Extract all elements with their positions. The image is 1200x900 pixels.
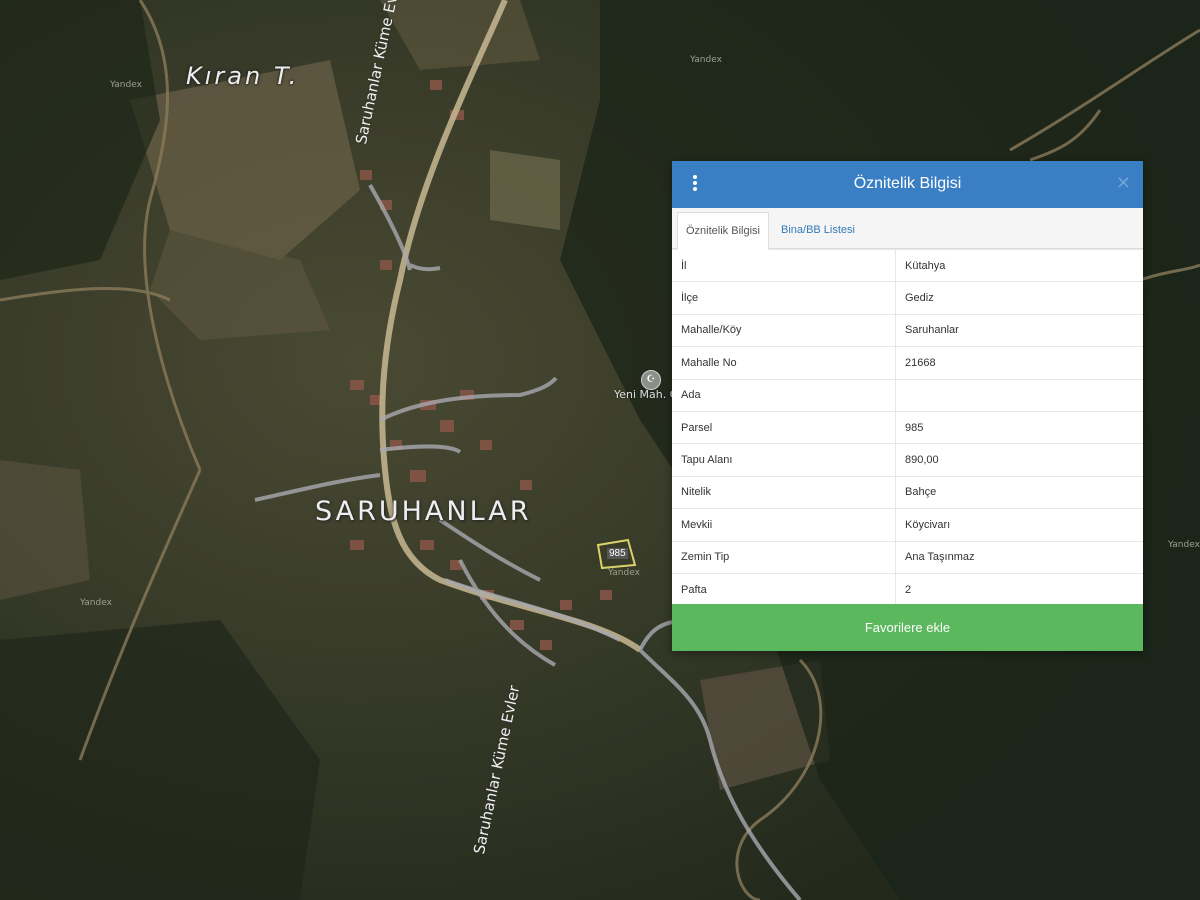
attribute-value: Köycivarı <box>895 508 1143 542</box>
attribute-value: Bahçe <box>895 475 1143 509</box>
attribute-key: Nitelik <box>672 475 896 509</box>
table-row: İl Kütahya <box>672 248 1143 282</box>
attribute-key: Mahalle/Köy <box>672 313 896 347</box>
attribute-key: Mahalle No <box>672 346 896 380</box>
village-label: SARUHANLAR <box>315 496 532 527</box>
tab-attribute-info[interactable]: Öznitelik Bilgisi <box>677 212 769 250</box>
attribute-table: İl Kütahya İlçe Gediz Mahalle/Köy Saruhanlar M… <box>672 248 1143 606</box>
poi-label-faint: Yandex <box>110 80 142 90</box>
panel-tabs: Öznitelik Bilgisi Bina/BB Listesi <box>672 208 1143 250</box>
table-row: Parsel 985 <box>672 410 1143 444</box>
table-row: Zemin Tip Ana Taşınmaz <box>672 540 1143 574</box>
poi-label-faint: Yandex <box>608 568 640 578</box>
close-icon[interactable]: ✕ <box>1116 173 1131 194</box>
attribute-key: İl <box>672 248 896 282</box>
table-row: Nitelik Bahçe <box>672 475 1143 509</box>
parcel-label[interactable]: 985 <box>607 548 628 559</box>
attribute-value: 985 <box>895 410 1143 444</box>
table-row: Mahalle/Köy Saruhanlar <box>672 313 1143 347</box>
attribute-key: Zemin Tip <box>672 540 896 574</box>
attribute-key: İlçe <box>672 281 896 315</box>
add-to-favorites-button[interactable]: Favorilere ekle <box>672 604 1143 651</box>
attribute-value: 2 <box>895 572 1143 606</box>
table-row: Mahalle No 21668 <box>672 346 1143 380</box>
table-row: İlçe Gediz <box>672 281 1143 315</box>
tab-building-list[interactable]: Bina/BB Listesi <box>773 212 863 248</box>
attribute-info-panel: Öznitelik Bilgisi ✕ Öznitelik Bilgisi Bi… <box>672 161 1143 651</box>
table-row: Pafta 2 <box>672 572 1143 606</box>
attribute-value: Kütahya <box>895 248 1143 282</box>
attribute-value: 21668 <box>895 346 1143 380</box>
mosque-icon[interactable]: ☪ <box>641 370 661 390</box>
attribute-value: 890,00 <box>895 443 1143 477</box>
table-row: Mevkii Köycivarı <box>672 508 1143 542</box>
attribute-value: Saruhanlar <box>895 313 1143 347</box>
poi-label-faint: Yandex <box>1168 540 1200 550</box>
attribute-value <box>895 378 1143 412</box>
panel-header: Öznitelik Bilgisi ✕ <box>672 161 1143 208</box>
attribute-key: Tapu Alanı <box>672 443 896 477</box>
hill-label: Kıran T. <box>186 62 300 90</box>
panel-title: Öznitelik Bilgisi <box>853 175 962 192</box>
attribute-key: Ada <box>672 378 896 412</box>
attribute-key: Parsel <box>672 410 896 444</box>
attribute-value: Ana Taşınmaz <box>895 540 1143 574</box>
table-row: Tapu Alanı 890,00 <box>672 443 1143 477</box>
poi-label-faint: Yandex <box>80 598 112 608</box>
attribute-key: Pafta <box>672 572 896 606</box>
attribute-key: Mevkii <box>672 508 896 542</box>
mosque-label: Yeni Mah. C <box>614 388 678 401</box>
attribute-value: Gediz <box>895 281 1143 315</box>
poi-label-faint: Yandex <box>690 55 722 65</box>
table-row: Ada <box>672 378 1143 412</box>
